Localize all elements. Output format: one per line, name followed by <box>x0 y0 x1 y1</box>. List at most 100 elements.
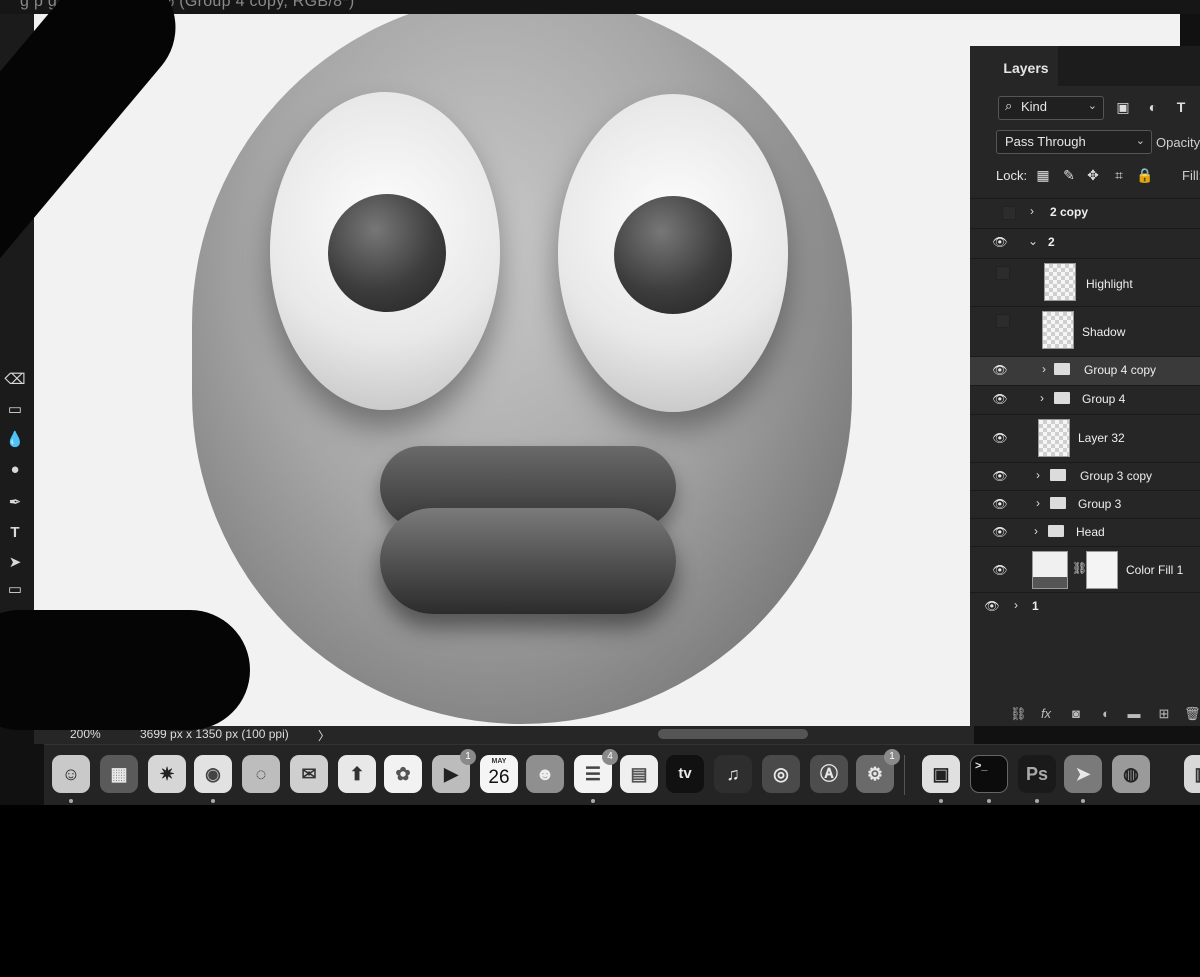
eye-icon[interactable]: 👁 <box>992 563 1008 577</box>
calendar-day: 26 <box>488 767 510 788</box>
preview-icon[interactable]: ▣ <box>922 755 960 793</box>
eraser-tool-icon[interactable]: ⌫ <box>4 369 26 391</box>
eye-icon[interactable]: 👁 <box>992 235 1008 249</box>
terminal-icon[interactable]: >_ <box>970 755 1008 793</box>
visibility-toggle[interactable] <box>996 314 1010 328</box>
chevron-right-icon[interactable]: › <box>1040 391 1044 405</box>
chevron-right-icon[interactable]: › <box>1042 362 1046 376</box>
photoshop-icon[interactable]: Ps <box>1018 755 1056 793</box>
mail-icon[interactable]: ✉ <box>290 755 328 793</box>
safari-icon[interactable]: ✷ <box>148 755 186 793</box>
reminders-badge: 4 <box>602 749 618 765</box>
chevron-down-icon: ⌄ <box>1087 100 1097 112</box>
messages-icon[interactable]: ◌ <box>242 755 280 793</box>
folder-icon <box>1054 363 1070 375</box>
adjustment-layer-icon[interactable]: ◐ <box>1098 706 1114 722</box>
chevron-right-icon[interactable]: › <box>1030 204 1034 218</box>
eye-icon[interactable]: 👁 <box>992 392 1008 406</box>
layer-name: Shadow <box>1082 325 1126 339</box>
eye-icon[interactable]: 👁 <box>992 363 1008 377</box>
music-icon[interactable]: ♫ <box>714 755 752 793</box>
layer-name: Color Fill 1 <box>1126 563 1184 577</box>
chevron-right-icon[interactable]: › <box>1014 598 1018 612</box>
lock-transparency-icon[interactable]: ▦ <box>1034 166 1052 184</box>
layers-panel: Layers ⌕ Kind ⌄ ▣ ◐ T Pass Through ⌄ Opa… <box>970 46 1200 726</box>
filter-type-icon[interactable]: T <box>1172 98 1190 116</box>
chevron-right-icon[interactable]: › <box>1036 468 1040 482</box>
layer-row[interactable]: 👁 Layer 32 <box>970 414 1200 461</box>
link-icon: ⛓ <box>1072 561 1088 575</box>
photos-icon[interactable]: ✿ <box>384 755 422 793</box>
layer-row[interactable]: 👁 › Group 4 copy <box>970 356 1200 385</box>
layer-name: Layer 32 <box>1078 431 1125 445</box>
visibility-toggle[interactable] <box>996 266 1010 280</box>
link-layers-icon[interactable]: ⛓ <box>1010 706 1027 722</box>
dodge-tool-icon[interactable]: ● <box>4 459 26 481</box>
reminders-icon[interactable]: ☰ 4 <box>574 749 618 793</box>
folder-icon <box>1050 469 1066 481</box>
filter-adjustment-icon[interactable]: ◐ <box>1144 98 1162 116</box>
blend-mode-dropdown[interactable]: Pass Through ⌄ <box>996 130 1152 154</box>
eye-icon[interactable]: 👁 <box>992 431 1008 445</box>
eye-icon[interactable]: 👁 <box>992 469 1008 483</box>
layer-row[interactable]: 👁 › Head <box>970 518 1200 547</box>
calendar-icon[interactable]: MAY 26 <box>480 755 518 793</box>
layer-row[interactable]: › 2 copy <box>970 198 1200 227</box>
layer-filter-dropdown[interactable]: ⌕ Kind ⌄ <box>998 96 1104 120</box>
pen-tool-icon[interactable]: ✒ <box>4 492 26 514</box>
launchpad-icon[interactable]: ▦ <box>100 755 138 793</box>
eye-icon[interactable]: 👁 <box>984 599 1000 613</box>
running-indicator <box>987 799 991 803</box>
contacts-icon[interactable]: ☻ <box>526 755 564 793</box>
facetime-icon[interactable]: ▶ 1 <box>432 749 476 793</box>
lock-brush-icon[interactable]: ✎ <box>1060 166 1078 184</box>
lock-move-icon[interactable]: ✥ <box>1084 166 1102 184</box>
blur-tool-icon[interactable]: 💧 <box>4 429 26 451</box>
lock-artboard-icon[interactable]: ⌗ <box>1110 166 1128 184</box>
chevron-right-icon[interactable]: › <box>1036 496 1040 510</box>
chevron-right-icon[interactable]: › <box>1034 524 1038 538</box>
layer-name: Group 4 <box>1082 392 1126 406</box>
add-mask-icon[interactable]: ◙ <box>1068 706 1084 722</box>
finder-icon[interactable]: ☺ <box>52 755 90 793</box>
filter-pixel-icon[interactable]: ▣ <box>1114 98 1132 116</box>
horizontal-scrollbar[interactable] <box>658 729 808 739</box>
layers-panel-footer: ⛓ fx ◙ ◐ ▬ ⊞ 🗑 <box>1010 706 1200 724</box>
chevron-down-icon[interactable]: ⌄ <box>1028 234 1038 248</box>
notes-icon[interactable]: ▤ <box>620 755 658 793</box>
tv-label: tv <box>678 765 692 782</box>
podcasts-icon[interactable]: ◎ <box>762 755 800 793</box>
new-group-icon[interactable]: ▬ <box>1126 706 1142 722</box>
path-selection-tool-icon[interactable]: ➤ <box>4 552 26 574</box>
gradient-tool-icon[interactable]: ▭ <box>4 399 26 421</box>
downloads-folder-icon[interactable]: ▥ <box>1184 755 1200 793</box>
visibility-toggle[interactable] <box>1002 206 1016 220</box>
layer-row[interactable]: Shadow <box>970 306 1200 355</box>
fx-icon[interactable]: fx <box>1038 706 1054 722</box>
layer-row[interactable]: 👁 › Group 3 <box>970 490 1200 519</box>
apple-tv-icon[interactable]: tv <box>666 755 704 793</box>
status-menu-arrow[interactable]: 〉 <box>318 727 330 744</box>
eye-icon[interactable]: 👁 <box>992 497 1008 511</box>
rectangle-tool-icon[interactable]: ▭ <box>4 579 26 601</box>
system-settings-icon[interactable]: ⚙ 1 <box>856 749 900 793</box>
app-store-icon[interactable]: Ⓐ <box>810 755 848 793</box>
maps-icon[interactable]: ⬆ <box>338 755 376 793</box>
layer-row[interactable]: 👁 ⛓ Color Fill 1 <box>970 546 1200 593</box>
terminal-label: >_ <box>975 760 988 772</box>
layer-row[interactable]: 👁 ⌄ 2 <box>970 228 1200 257</box>
layer-row[interactable]: 👁 › 1 <box>970 592 1200 621</box>
telegram-icon[interactable]: ➤ <box>1064 755 1102 793</box>
eye-icon[interactable]: 👁 <box>992 525 1008 539</box>
trash-icon[interactable]: 🗑 <box>1184 706 1200 722</box>
layer-row[interactable]: Highlight <box>970 258 1200 305</box>
new-layer-icon[interactable]: ⊞ <box>1156 706 1172 722</box>
layer-row[interactable]: 👁 › Group 4 <box>970 385 1200 414</box>
chrome-icon[interactable]: ◉ <box>194 755 232 793</box>
layer-row[interactable]: 👁 › Group 3 copy <box>970 462 1200 491</box>
quicktime-icon[interactable]: ◍ <box>1112 755 1150 793</box>
fill-thumbnail <box>1032 551 1068 589</box>
type-tool-icon[interactable]: T <box>4 522 26 544</box>
tab-layers[interactable]: Layers <box>994 46 1058 86</box>
lock-all-icon[interactable]: 🔒 <box>1136 166 1154 184</box>
